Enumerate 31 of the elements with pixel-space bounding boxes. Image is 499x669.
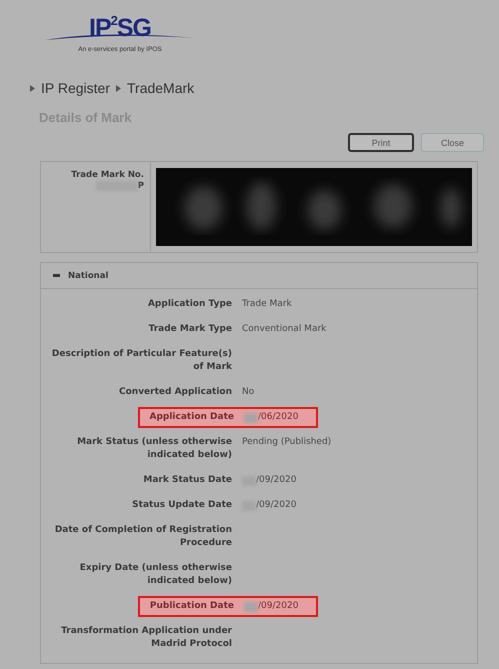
close-button[interactable]: Close [421, 133, 484, 152]
field-label: Expiry Date (unless otherwise indicated below) [78, 562, 232, 588]
breadcrumb-arrow-icon [116, 84, 121, 92]
breadcrumb-link[interactable]: IP Register [41, 80, 110, 96]
section-header[interactable]: National [41, 263, 477, 289]
breadcrumb-link[interactable]: TradeMark [127, 80, 194, 96]
field-label: Application Type [146, 298, 232, 311]
print-button[interactable]: Print [348, 133, 414, 152]
field-label: Status Update Date [131, 499, 232, 512]
field-label: Converted Application [118, 386, 232, 399]
field-value: /09/2020 [256, 499, 296, 512]
mark-number: P [138, 181, 144, 191]
field-label: Application Date [148, 411, 234, 424]
collapse-icon [53, 274, 60, 277]
field-value: /09/2020 [256, 474, 296, 487]
field-label: Transformation Application under Madrid Protocol [60, 625, 232, 651]
field-value: Conventional Mark [242, 323, 326, 336]
field-label: Mark Status Date [142, 474, 232, 487]
field-value: No [242, 386, 254, 399]
field-label: Date of Completion of Registration Procedure [54, 524, 232, 550]
field-label: Trade Mark Type [148, 323, 232, 336]
field-label: Description of Particular Feature(s) of Mark [50, 348, 232, 374]
field-value: Trade Mark [242, 298, 292, 311]
section-title: National [68, 270, 108, 280]
field-label: Trade Mark No. [71, 170, 144, 180]
field-value: /06/2020 [258, 411, 298, 424]
field-value: /09/2020 [258, 600, 298, 613]
field-label: Publication Date [148, 600, 234, 613]
breadcrumb-arrow-icon [30, 84, 35, 92]
field-value: Pending (Published) [242, 436, 332, 449]
field-label: Mark Status (unless otherwise indicated below) [76, 436, 232, 462]
